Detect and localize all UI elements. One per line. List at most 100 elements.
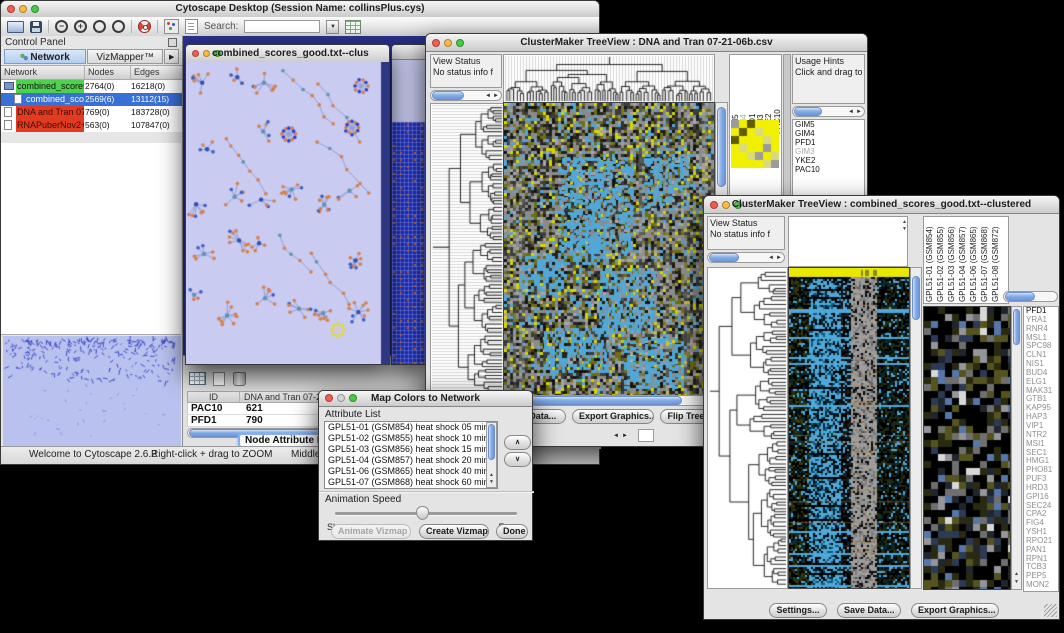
tv2-row-dendrogram[interactable] bbox=[707, 267, 788, 589]
dialog-titlebar[interactable]: Map Colors to Network bbox=[319, 391, 532, 407]
gene-label[interactable]: PFD1 bbox=[793, 138, 864, 147]
tab-overflow-button[interactable]: ▶ bbox=[164, 49, 179, 64]
create-vizmap-button[interactable]: Create Vizmap bbox=[419, 524, 489, 539]
network-row[interactable]: DNA and Tran 07 769(0) 183728(0) bbox=[1, 106, 182, 119]
scrollbar-thumb[interactable] bbox=[488, 424, 495, 460]
float-panel-icon[interactable] bbox=[168, 38, 177, 47]
tv2-label-hscrollbar[interactable] bbox=[1003, 291, 1058, 302]
zoom-selected-icon[interactable] bbox=[112, 20, 125, 33]
attribute-list-item[interactable]: GPL51-03 (GSM856) heat shock 15 min bbox=[325, 444, 486, 455]
tv2-vscrollbar[interactable] bbox=[910, 267, 922, 589]
attribute-list[interactable]: GPL51-01 (GSM854) heat shock 05 minGPL51… bbox=[324, 421, 498, 489]
scrollbar-thumb[interactable] bbox=[709, 253, 739, 262]
column-network[interactable]: Network bbox=[1, 66, 85, 79]
scrollbar-thumb[interactable] bbox=[1013, 309, 1020, 345]
open-session-icon[interactable] bbox=[7, 21, 24, 33]
tv2-left-hscrollbar[interactable]: ◄ ► bbox=[707, 252, 785, 263]
scrollbar-thumb[interactable] bbox=[912, 276, 920, 320]
gene-label[interactable]: YKE2 bbox=[793, 156, 864, 165]
move-down-button[interactable]: ∨ bbox=[504, 452, 531, 467]
network-name[interactable]: DNA and Tran 07 bbox=[16, 106, 84, 119]
scroll-right-icon[interactable]: ► bbox=[855, 108, 863, 116]
close-button[interactable] bbox=[7, 5, 15, 13]
close-icon[interactable] bbox=[432, 39, 440, 47]
tab-vizmapper[interactable]: VizMapper™ bbox=[87, 49, 163, 64]
settings-button[interactable]: Settings... bbox=[769, 603, 827, 618]
animate-vizmap-button[interactable]: Animate Vizmap bbox=[331, 524, 411, 539]
minimize-icon[interactable] bbox=[203, 50, 210, 57]
tv1-left-hscrollbar[interactable]: ◄ ► bbox=[430, 90, 502, 101]
zoom-in-icon[interactable]: + bbox=[74, 20, 87, 33]
scroll-right-icon[interactable]: ► bbox=[775, 254, 783, 262]
scroll-down-icon[interactable]: ▼ bbox=[487, 479, 496, 485]
attribute-table-icon[interactable] bbox=[189, 372, 206, 385]
scroll-up-icon[interactable]: ▲ bbox=[900, 219, 909, 225]
import-table-icon[interactable] bbox=[345, 20, 361, 34]
save-session-icon[interactable] bbox=[30, 21, 42, 33]
close-icon[interactable] bbox=[192, 50, 199, 57]
gene-label[interactable]: MON2 bbox=[1024, 581, 1058, 590]
tv2-titlebar[interactable]: ClusterMaker TreeView : combined_scores_… bbox=[704, 196, 1059, 214]
tv1-column-dendrogram[interactable] bbox=[503, 54, 715, 103]
export-graphics-button[interactable]: Export Graphics... bbox=[572, 409, 654, 424]
done-button[interactable]: Done bbox=[496, 524, 528, 539]
zoom-out-icon[interactable]: − bbox=[55, 20, 68, 33]
dialog-map-colors[interactable]: Map Colors to Network Attribute List GPL… bbox=[318, 390, 533, 541]
help-lifesaver-icon[interactable] bbox=[138, 20, 151, 33]
scrollbar-thumb[interactable] bbox=[1005, 292, 1035, 301]
scroll-right-icon[interactable]: ► bbox=[621, 432, 629, 440]
scroll-up-icon[interactable]: ▲ bbox=[1012, 571, 1021, 577]
netview-titlebar[interactable]: combined_scores_good.txt--cluste... bbox=[186, 45, 389, 63]
close-icon[interactable] bbox=[325, 394, 333, 402]
network-name[interactable]: combined_scores bbox=[16, 80, 84, 93]
network-canvas-dense[interactable] bbox=[392, 60, 427, 364]
tv1-titlebar[interactable]: ClusterMaker TreeView : DNA and Tran 07-… bbox=[426, 34, 867, 52]
scroll-down-icon[interactable]: ▼ bbox=[1012, 579, 1021, 585]
network-name[interactable]: RNAPuberNov2+| bbox=[16, 119, 84, 132]
scrollbar-thumb[interactable] bbox=[794, 107, 822, 116]
attribute-list-item[interactable]: GPL51-01 (GSM854) heat shock 05 min bbox=[325, 422, 486, 433]
column-edges[interactable]: Edges bbox=[131, 66, 181, 79]
scroll-down-icon[interactable]: ▼ bbox=[900, 226, 909, 232]
attribute-list-item[interactable]: GPL51-02 (GSM855) heat shock 10 min bbox=[325, 433, 486, 444]
tv1-zoom-matrix[interactable] bbox=[731, 120, 779, 168]
tv2-secondary-heatmap[interactable] bbox=[923, 306, 1011, 590]
network-row-selected[interactable]: combined_sco 2569(6) 13112(15) bbox=[1, 93, 182, 106]
export-graphics-button[interactable]: Export Graphics... bbox=[911, 603, 999, 618]
tab-network[interactable]: Network bbox=[4, 49, 86, 64]
tv1-row-dendrogram[interactable] bbox=[430, 103, 504, 395]
spinner-box[interactable] bbox=[638, 429, 654, 442]
gene-label[interactable]: GIM5 bbox=[793, 120, 864, 129]
scroll-left-icon[interactable]: ◄ bbox=[767, 254, 775, 262]
scrollbar-thumb[interactable] bbox=[530, 396, 682, 405]
delete-attribute-icon[interactable] bbox=[233, 372, 246, 386]
network-row[interactable]: combined_scores 2764(0) 16218(0) bbox=[1, 80, 182, 93]
scroll-up-icon[interactable]: ▲ bbox=[487, 472, 496, 478]
network-row[interactable]: RNAPuberNov2+| 563(0) 107847(0) bbox=[1, 119, 182, 132]
scroll-left-icon[interactable]: ◄ bbox=[847, 108, 855, 116]
column-nodes[interactable]: Nodes bbox=[85, 66, 131, 79]
window-network-view[interactable]: combined_scores_good.txt--cluste... bbox=[185, 44, 390, 365]
scroll-left-icon[interactable]: ◄ bbox=[612, 432, 620, 440]
main-titlebar[interactable]: Cytoscape Desktop (Session Name: collins… bbox=[1, 1, 599, 18]
save-data-button[interactable]: Save Data... bbox=[837, 603, 901, 618]
attribute-list-item[interactable]: GPL51-06 (GSM865) heat shock 40 min bbox=[325, 466, 486, 477]
scroll-left-icon[interactable]: ◄ bbox=[484, 92, 492, 100]
sliver-titlebar[interactable] bbox=[392, 45, 427, 60]
network-overview-thumbnail[interactable] bbox=[3, 336, 181, 446]
gene-label[interactable]: GIM3 bbox=[793, 147, 864, 156]
slider-thumb[interactable] bbox=[416, 506, 429, 520]
scroll-right-icon[interactable]: ► bbox=[492, 92, 500, 100]
scrollbar-thumb[interactable] bbox=[432, 91, 464, 100]
window-treeview-combined[interactable]: ClusterMaker TreeView : combined_scores_… bbox=[703, 195, 1060, 620]
zoom-fit-icon[interactable] bbox=[93, 20, 106, 33]
gene-label[interactable]: PAC10 bbox=[793, 165, 864, 174]
tv2-gene-vscrollbar[interactable]: ▲ ▼ bbox=[1011, 306, 1022, 590]
attribute-list-item[interactable]: GPL51-07 (GSM868) heat shock 60 min bbox=[325, 477, 486, 488]
attribute-list-item[interactable]: GPL51-04 (GSM857) heat shock 20 min bbox=[325, 455, 486, 466]
gene-label[interactable]: GIM4 bbox=[793, 129, 864, 138]
tv1-right-hscrollbar[interactable]: ◄ ► bbox=[792, 106, 865, 117]
network-graph-canvas[interactable] bbox=[186, 62, 389, 364]
move-up-button[interactable]: ∧ bbox=[504, 435, 531, 450]
close-icon[interactable] bbox=[710, 201, 718, 209]
